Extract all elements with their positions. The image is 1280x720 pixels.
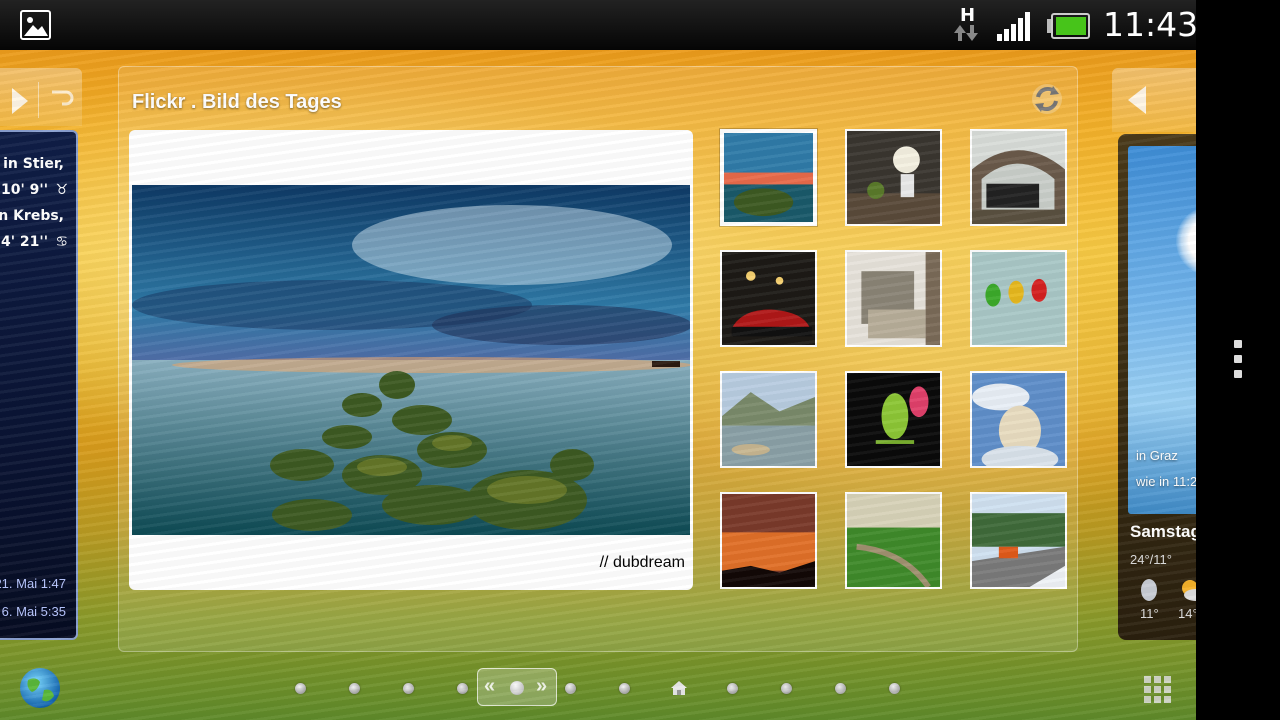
thumbnail-dog-sky[interactable] (970, 371, 1067, 468)
widget-text-line: ° 10' 9'' (0, 182, 48, 198)
overflow-menu-icon[interactable] (1234, 340, 1244, 384)
weather-day: Samstag (1130, 522, 1196, 541)
weather-range: 24°/11° (1130, 552, 1172, 567)
photo-author: // dubdream (599, 554, 685, 571)
status-time: 11:43 (1103, 5, 1196, 44)
status-bar: H 11:43 (0, 0, 1196, 50)
refresh-icon[interactable] (1029, 81, 1065, 117)
page-indicator-dot[interactable] (403, 683, 414, 694)
network-type-label: H (960, 5, 976, 26)
chevron-right-icon: » (536, 675, 548, 697)
thumbnail-green-field-road[interactable] (845, 492, 942, 589)
sun-icon (1176, 206, 1196, 276)
weather-updated: wie in 11:20 (1136, 474, 1196, 489)
chevron-left-icon: « (484, 675, 496, 697)
weather-location: in Graz (1136, 448, 1178, 463)
page-indicator-dot[interactable] (565, 683, 576, 694)
flickr-widget: Flickr . Bild des Tages // dubdream (118, 66, 1078, 652)
page-indicator-dot[interactable] (295, 683, 306, 694)
featured-photo[interactable] (132, 185, 690, 535)
right-widget-tab[interactable] (1112, 68, 1196, 132)
thumbnail-praying-mantis[interactable] (845, 371, 942, 468)
cancer-icon: ♋ (55, 234, 68, 250)
moon-icon (1141, 579, 1157, 601)
page-indicator-dot[interactable] (619, 683, 630, 694)
thumbnail-orange-sunset[interactable] (720, 492, 817, 589)
current-page-dot (510, 681, 524, 695)
weather-widget[interactable]: in Graz wie in 11:20 Samstag 24°/11° 11°… (1118, 134, 1196, 640)
featured-photo-card[interactable]: // dubdream (129, 130, 693, 590)
battery-icon (1047, 13, 1090, 39)
thumbnail-orange-car-road[interactable] (970, 492, 1067, 589)
taurus-icon: ♉ (55, 182, 68, 198)
widget-date: 21. Mai 1:47 (0, 576, 66, 591)
gallery-icon[interactable] (20, 10, 51, 40)
thumbnail-steam-train[interactable] (970, 129, 1067, 226)
widget-text-line: nne in Stier, (0, 156, 64, 172)
thumbnail-mountain-lake[interactable] (720, 371, 817, 468)
astro-clock-widget[interactable]: nne in Stier, ° 10' 9'' ♉ nd in Krebs, °… (0, 130, 78, 640)
data-arrows-icon: H (952, 5, 982, 47)
home-icon[interactable] (670, 680, 688, 696)
widget-title: Flickr . Bild des Tages (132, 91, 342, 113)
left-widget-tab[interactable] (0, 68, 82, 126)
sun-cloud-icon (1182, 580, 1196, 601)
page-indicator-dot[interactable] (781, 683, 792, 694)
weather-temp: 11° (1140, 606, 1159, 621)
thumbnail-sports-car-night[interactable] (720, 250, 817, 347)
current-page-indicator[interactable]: « » (477, 668, 557, 706)
signal-icon (997, 12, 1030, 41)
widget-date: 6. Mai 5:35 (1, 604, 66, 619)
page-indicator-dot[interactable] (889, 683, 900, 694)
thumbnail-flowers-still-life[interactable] (845, 129, 942, 226)
page-indicator-dot[interactable] (835, 683, 846, 694)
widget-text-line: nd in Krebs, (0, 208, 64, 224)
thumbnail-seascape-sunset[interactable] (720, 129, 817, 226)
thumbnail-gummy-bears[interactable] (970, 250, 1067, 347)
app-drawer-icon[interactable] (1143, 675, 1173, 705)
page-indicator-dot[interactable] (727, 683, 738, 694)
page-indicator-dot[interactable] (457, 683, 468, 694)
thumbnail-chair-interior[interactable] (845, 250, 942, 347)
weather-temp: 14° (1178, 606, 1196, 621)
home-screen: H 11:43 nne in Stier, ° 10' (0, 0, 1196, 720)
browser-globe-icon[interactable] (18, 666, 62, 710)
widget-text-line: ° 4' 21'' (0, 234, 48, 250)
page-indicator-dot[interactable] (349, 683, 360, 694)
